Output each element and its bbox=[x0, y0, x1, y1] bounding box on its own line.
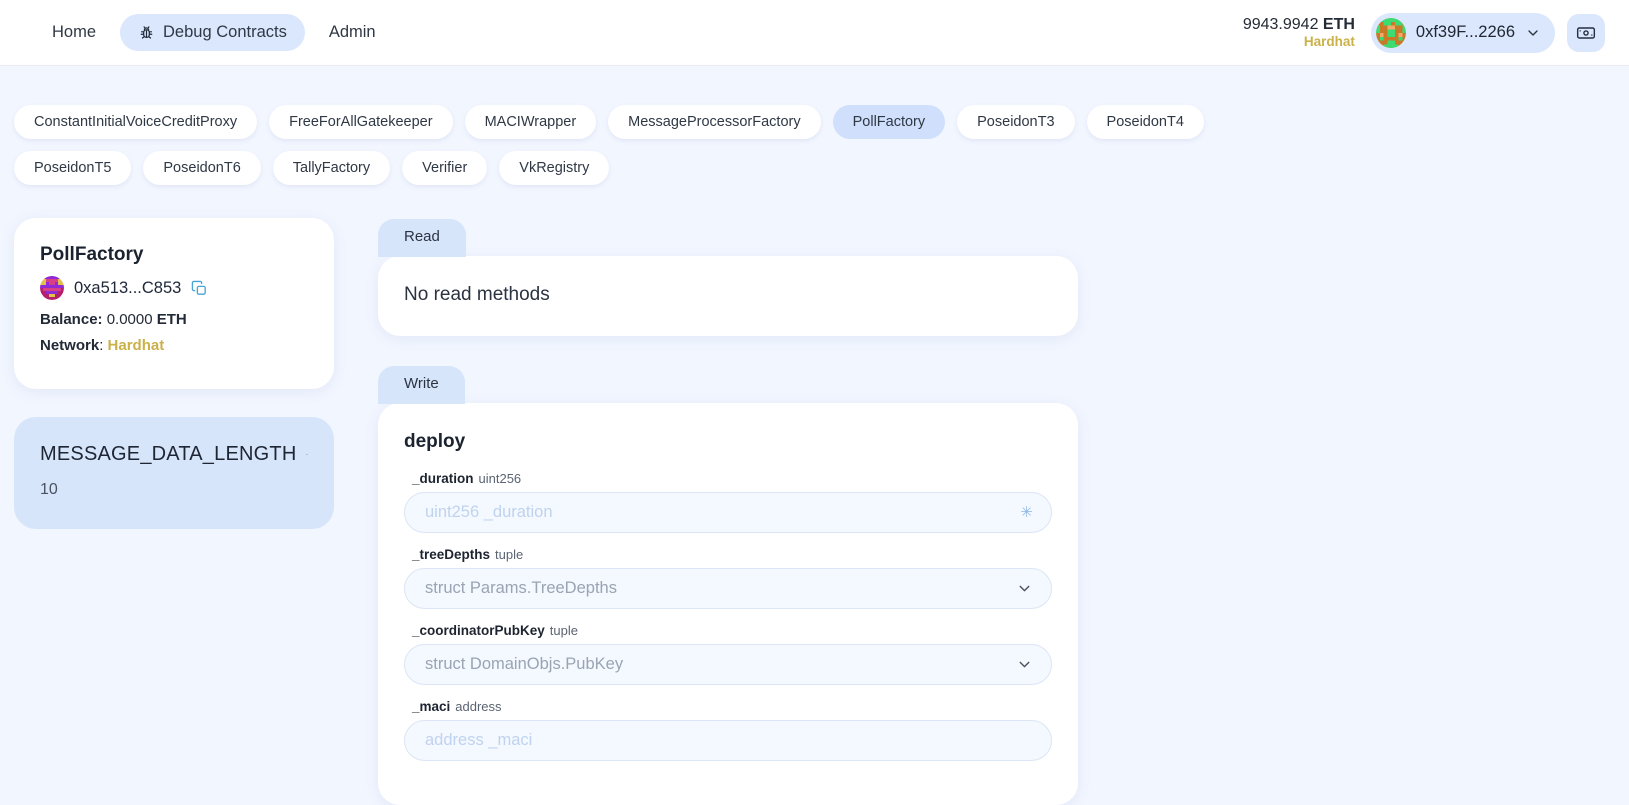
contract-tab-poseidont4[interactable]: PoseidonT4 bbox=[1086, 105, 1204, 139]
refresh-icon[interactable] bbox=[306, 447, 308, 462]
wallet-balance: 9943.9942 ETH Hardhat bbox=[1243, 16, 1355, 50]
balance-label: Balance: bbox=[40, 311, 103, 328]
contract-tab-verifier[interactable]: Verifier bbox=[402, 151, 488, 185]
contract-tab-tallyfactory[interactable]: TallyFactory bbox=[272, 151, 391, 185]
field-label: _duration uint256 bbox=[412, 471, 1052, 486]
faucet-button[interactable] bbox=[1567, 13, 1605, 52]
chevron-down-icon bbox=[1019, 661, 1030, 668]
app-header: Home Debug Contracts Admin 9943.9942 ETH bbox=[0, 0, 1629, 65]
account-dropdown[interactable]: 0xf39F...2266 bbox=[1370, 12, 1555, 53]
field-label: _coordinatorPubKey tuple bbox=[412, 623, 1052, 638]
field-param-name: _coordinatorPubKey bbox=[412, 623, 545, 638]
deploy-form: _durationuint256✳_treeDepthstuple_coordi… bbox=[404, 471, 1052, 761]
contract-tab-poseidont6[interactable]: PoseidonT6 bbox=[143, 151, 261, 185]
balance-amount: 9943.9942 bbox=[1242, 15, 1319, 33]
write-section-tab[interactable]: Write bbox=[378, 366, 465, 404]
network-name: Hardhat bbox=[1303, 33, 1355, 49]
bug-icon bbox=[138, 24, 155, 41]
nav-item-label: Debug Contracts bbox=[163, 23, 287, 41]
read-empty-message: No read methods bbox=[404, 284, 550, 305]
read-section-card: No read methods bbox=[378, 256, 1078, 336]
contract-tab-freeforallgatekeeper[interactable]: FreeForAllGatekeeper bbox=[269, 105, 453, 139]
field-param-type: tuple bbox=[549, 623, 578, 638]
account-address: 0xf39F...2266 bbox=[1415, 23, 1515, 41]
contract-sidebar: PollFactory 0xa513...C853 Balance: 0.000… bbox=[14, 218, 334, 529]
field-label: _treeDepths tuple bbox=[412, 547, 1052, 562]
contract-tab-list: ConstantInitialVoiceCreditProxy FreeForAl… bbox=[0, 65, 1290, 185]
field-param-type: uint256 bbox=[478, 471, 522, 486]
contract-tab-maciwrapper[interactable]: MACIWrapper bbox=[464, 105, 597, 139]
input-treeDepths[interactable] bbox=[425, 579, 1016, 598]
function-name: deploy bbox=[404, 431, 466, 452]
nav-item-debug-contracts[interactable]: Debug Contracts bbox=[120, 14, 305, 51]
write-section-card: deploy _durationuint256✳_treeDepthstuple… bbox=[378, 403, 1078, 805]
field-param-name: _treeDepths bbox=[412, 547, 491, 562]
read-section-tab[interactable]: Read bbox=[378, 219, 466, 257]
field-input-wrapper[interactable] bbox=[404, 720, 1052, 761]
contract-network-row: Network: Hardhat bbox=[40, 337, 165, 354]
contract-balance-row: Balance: 0.0000 ETH bbox=[40, 311, 334, 328]
network-label: Network bbox=[40, 337, 100, 354]
form-field-coordinatorPubKey: _coordinatorPubKey tuple bbox=[404, 623, 1052, 685]
network-value: Hardhat bbox=[107, 337, 165, 354]
page-body: PollFactory 0xa513...C853 Balance: 0.000… bbox=[0, 185, 1629, 805]
field-input-wrapper[interactable] bbox=[404, 644, 1052, 685]
nav-item-label: Home bbox=[52, 23, 97, 41]
field-param-type: address bbox=[455, 699, 502, 714]
balance-unit: ETH bbox=[1322, 15, 1355, 33]
chevron-down-icon bbox=[1019, 585, 1030, 592]
variable-name: MESSAGE_DATA_LENGTH bbox=[40, 443, 297, 465]
variable-title-row: MESSAGE_DATA_LENGTH bbox=[40, 443, 308, 466]
methods-panel: Read No read methods Write deploy _durat… bbox=[378, 218, 1078, 805]
contract-address-row: 0xa513...C853 bbox=[40, 276, 334, 300]
form-field-duration: _duration uint256 ✳ bbox=[404, 471, 1052, 533]
input-maci[interactable] bbox=[425, 731, 1033, 750]
header-right-cluster: 9943.9942 ETH Hardhat 0xf39F...2266 bbox=[1243, 12, 1613, 53]
field-param-type: tuple bbox=[495, 547, 524, 562]
field-input-wrapper[interactable]: ✳ bbox=[404, 492, 1052, 533]
contract-tab-pollfactory[interactable]: PollFactory bbox=[832, 105, 946, 139]
nav-item-home[interactable]: Home bbox=[34, 14, 114, 51]
balance-unit: ETH bbox=[156, 311, 187, 328]
nav-item-label: Admin bbox=[328, 23, 376, 41]
contract-address: 0xa513...C853 bbox=[74, 278, 182, 297]
contract-tab-poseidont5[interactable]: PoseidonT5 bbox=[14, 151, 132, 185]
nav-item-admin[interactable]: Admin bbox=[311, 14, 394, 51]
form-field-treeDepths: _treeDepths tuple bbox=[404, 547, 1052, 609]
contract-tab-vkregistry[interactable]: VkRegistry bbox=[499, 151, 610, 185]
banknote-icon bbox=[1576, 26, 1596, 39]
contract-tab-poseidont3[interactable]: PoseidonT3 bbox=[957, 105, 1075, 139]
form-field-maci: _maci address bbox=[404, 699, 1052, 761]
chevron-down-icon bbox=[1528, 29, 1538, 36]
contract-tab-messageprocessorfactory[interactable]: MessageProcessorFactory bbox=[608, 105, 821, 139]
field-param-name: _duration bbox=[412, 471, 474, 486]
field-input-wrapper[interactable] bbox=[404, 568, 1052, 609]
asterisk-icon[interactable]: ✳ bbox=[1012, 505, 1033, 520]
contract-avatar bbox=[40, 276, 64, 300]
input-coordinatorPubKey[interactable] bbox=[425, 655, 1016, 674]
variable-value: 10 bbox=[40, 481, 58, 498]
contract-variable-card: MESSAGE_DATA_LENGTH 10 bbox=[14, 417, 334, 529]
input-duration[interactable] bbox=[425, 503, 1013, 522]
contract-info-card: PollFactory 0xa513...C853 Balance: 0.000… bbox=[14, 218, 334, 389]
copy-icon[interactable] bbox=[191, 280, 208, 297]
contract-tab-constantinitialvoicecreditproxy[interactable]: ConstantInitialVoiceCreditProxy bbox=[14, 105, 258, 139]
balance-amount-row: 9943.9942 ETH bbox=[1243, 16, 1355, 34]
field-label: _maci address bbox=[412, 699, 1052, 714]
field-param-name: _maci bbox=[412, 699, 451, 714]
main-nav: Home Debug Contracts Admin bbox=[18, 14, 394, 51]
contract-name: PollFactory bbox=[40, 244, 144, 265]
account-avatar bbox=[1375, 17, 1406, 48]
balance-value: 0.0000 bbox=[106, 311, 153, 328]
